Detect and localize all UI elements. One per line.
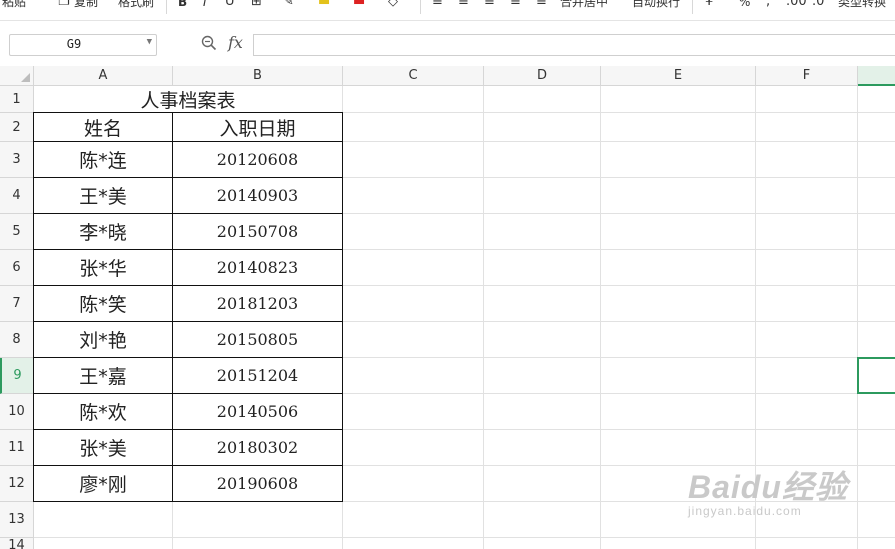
- row-header-1[interactable]: 1: [0, 86, 34, 113]
- column-header-a[interactable]: A: [34, 66, 173, 86]
- toolbar-divider: [166, 0, 167, 14]
- bold-button[interactable]: B: [178, 0, 187, 10]
- percent-button[interactable]: %: [739, 0, 750, 10]
- align-right-icon[interactable]: ≡: [484, 0, 495, 10]
- date-cell[interactable]: 20140506: [173, 394, 343, 430]
- name-cell[interactable]: 张*美: [34, 430, 173, 466]
- font-color-icon[interactable]: ▬: [353, 0, 365, 10]
- row-header-12[interactable]: 12: [0, 466, 34, 502]
- gridline: [483, 86, 484, 549]
- row-header-8[interactable]: 8: [0, 322, 34, 358]
- date-cell[interactable]: 20140903: [173, 178, 343, 214]
- ribbon-toolbar: 粘贴 ❐ 复制 格式刷 B I U ⊞ ✎ ▬ ▬ ◇ ≡ ≡ ≡ ≡ ≡ 合并…: [0, 0, 895, 21]
- date-cell[interactable]: 20180302: [173, 430, 343, 466]
- sheet-title-cell[interactable]: 人事档案表: [34, 86, 342, 112]
- highlight-icon[interactable]: ▬: [318, 0, 330, 10]
- gridline: [34, 537, 895, 538]
- fill-color-icon[interactable]: ✎: [283, 0, 294, 10]
- toolbar-divider: [692, 0, 693, 14]
- selected-cell[interactable]: [857, 357, 895, 394]
- table-border: [34, 112, 343, 113]
- zoom-icon[interactable]: [201, 35, 217, 55]
- name-cell[interactable]: 张*华: [34, 250, 173, 286]
- column-header-f[interactable]: F: [756, 66, 858, 86]
- decrease-decimal-icon[interactable]: .0: [812, 0, 824, 10]
- copy-icon: ❐: [58, 0, 70, 9]
- chevron-down-icon[interactable]: ▼: [147, 37, 152, 47]
- name-box[interactable]: G9 ▼: [9, 34, 157, 56]
- row-header-6[interactable]: 6: [0, 250, 34, 286]
- copy-button[interactable]: 复制: [74, 0, 98, 10]
- name-cell[interactable]: 陈*笑: [34, 286, 173, 322]
- toolbar-divider: [420, 0, 421, 14]
- merge-center-button[interactable]: 合并居中: [560, 0, 608, 10]
- row-header-2[interactable]: 2: [0, 113, 34, 142]
- row-header-3[interactable]: 3: [0, 142, 34, 178]
- formula-bar: G9 ▼ fx: [0, 28, 895, 60]
- gridline: [857, 86, 858, 549]
- italic-button[interactable]: I: [203, 0, 207, 10]
- type-convert-button[interactable]: 类型转换: [838, 0, 886, 10]
- row-header-11[interactable]: 11: [0, 430, 34, 466]
- row-header-7[interactable]: 7: [0, 286, 34, 322]
- table-border: [33, 112, 34, 502]
- border-icon[interactable]: ⊞: [251, 0, 262, 10]
- row-header-4[interactable]: 4: [0, 178, 34, 214]
- column-header-b[interactable]: B: [173, 66, 343, 86]
- column-header-c[interactable]: C: [343, 66, 484, 86]
- header-date-cell[interactable]: 入职日期: [173, 113, 343, 142]
- header-name-cell[interactable]: 姓名: [34, 113, 173, 142]
- clear-icon[interactable]: ◇: [388, 0, 398, 10]
- align-left-icon[interactable]: ≡: [432, 0, 443, 10]
- date-cell[interactable]: 20150805: [173, 322, 343, 358]
- row-header-9[interactable]: 9: [0, 358, 34, 394]
- format-painter-button[interactable]: 格式刷: [118, 0, 154, 10]
- row-header-14[interactable]: 14: [0, 538, 34, 549]
- name-cell[interactable]: 廖*刚: [34, 466, 173, 502]
- thousands-icon[interactable]: ,: [766, 0, 770, 10]
- select-all-corner[interactable]: [0, 66, 34, 86]
- paste-button[interactable]: 粘贴: [2, 0, 26, 10]
- name-cell[interactable]: 陈*连: [34, 142, 173, 178]
- row-header-10[interactable]: 10: [0, 394, 34, 430]
- name-box-value: G9: [66, 37, 82, 51]
- column-header-e[interactable]: E: [601, 66, 756, 86]
- date-cell[interactable]: 20150708: [173, 214, 343, 250]
- increase-decimal-icon[interactable]: .00: [786, 0, 807, 10]
- formula-input[interactable]: [253, 34, 895, 56]
- fx-icon[interactable]: fx: [228, 33, 243, 52]
- gridline: [600, 86, 601, 549]
- name-cell[interactable]: 王*美: [34, 178, 173, 214]
- currency-icon[interactable]: ¥: [705, 0, 713, 10]
- date-cell[interactable]: 20120608: [173, 142, 343, 178]
- name-cell[interactable]: 李*晓: [34, 214, 173, 250]
- baidu-watermark: Baidu经验 jingyan.baidu.com: [688, 462, 848, 518]
- select-all-icon: [21, 73, 30, 82]
- date-cell[interactable]: 20140823: [173, 250, 343, 286]
- align-center-icon[interactable]: ≡: [458, 0, 469, 10]
- underline-icon[interactable]: U: [225, 0, 235, 10]
- column-header-d[interactable]: D: [484, 66, 601, 86]
- date-cell[interactable]: 20151204: [173, 358, 343, 394]
- name-cell[interactable]: 陈*欢: [34, 394, 173, 430]
- distributed-icon[interactable]: ≡: [536, 0, 547, 10]
- name-cell[interactable]: 王*嘉: [34, 358, 173, 394]
- column-header-g[interactable]: G: [858, 66, 895, 86]
- watermark-logo: Baidu经验: [688, 469, 848, 505]
- date-cell[interactable]: 20190608: [173, 466, 343, 502]
- row-header-5[interactable]: 5: [0, 214, 34, 250]
- justify-icon[interactable]: ≡: [510, 0, 521, 10]
- date-cell[interactable]: 20181203: [173, 286, 343, 322]
- row-header-13[interactable]: 13: [0, 502, 34, 538]
- name-cell[interactable]: 刘*艳: [34, 322, 173, 358]
- wrap-text-button[interactable]: 自动换行: [632, 0, 680, 10]
